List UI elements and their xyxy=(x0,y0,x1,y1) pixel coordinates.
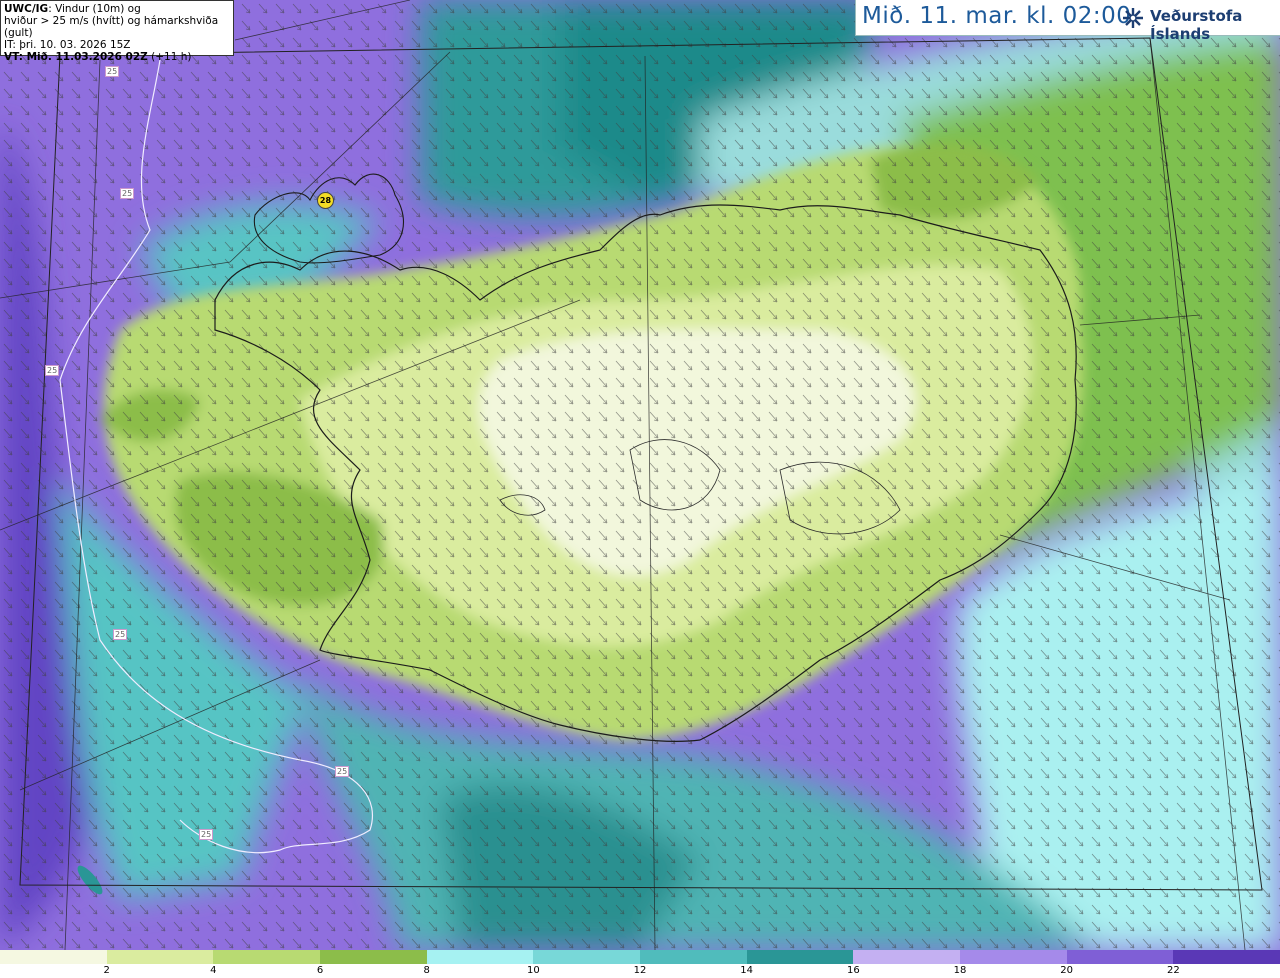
gust-contour-label: 25 xyxy=(113,629,128,640)
lead-time: (+11 h) xyxy=(147,51,192,63)
legend-tick-label: 16 xyxy=(846,965,860,976)
legend-tick-label: 10 xyxy=(526,965,540,976)
legend-tick-label: 20 xyxy=(1060,965,1074,976)
title-bar: Mið. 11. mar. kl. 02:00 Veðurstofa Íslan… xyxy=(855,0,1280,43)
forecast-info-box: UWC/IG: Vindur (10m) og hviður > 25 m/s … xyxy=(0,0,234,63)
gust-contour-label: 25 xyxy=(45,365,60,376)
legend-swatch xyxy=(1066,950,1174,964)
org-name: Veðurstofa Íslands xyxy=(1150,7,1243,43)
legend-swatch xyxy=(106,950,214,964)
gust-contour-label: 25 xyxy=(335,766,350,777)
gust-contour-label: 25 xyxy=(120,188,135,199)
legend-swatch xyxy=(960,950,1068,964)
legend-tick-label: 2 xyxy=(103,965,110,976)
legend-swatch xyxy=(853,950,961,964)
legend-tick-label: 22 xyxy=(1166,965,1180,976)
legend-tick-label: 12 xyxy=(633,965,647,976)
legend-tick-label: 18 xyxy=(953,965,967,976)
gust-contour-label: 25 xyxy=(199,829,214,840)
max-gust-marker: 28 xyxy=(317,192,334,209)
legend-swatch xyxy=(213,950,321,964)
legend-tick-label: 6 xyxy=(316,965,324,976)
legend-swatch xyxy=(746,950,854,964)
legend-tick-label: 14 xyxy=(740,965,754,976)
legend-swatch xyxy=(533,950,641,964)
legend-swatch xyxy=(426,950,534,964)
wind-map xyxy=(0,0,1280,950)
legend-tick-label: 8 xyxy=(423,965,430,976)
legend-swatch xyxy=(320,950,428,964)
color-legend: 2 4 6 8 10 12 14 16 18 20 22 xyxy=(0,950,1280,978)
product-subtitle: hviður > 25 m/s (hvítt) og hámarkshviða … xyxy=(4,15,219,39)
gust-contour-label: 25 xyxy=(105,66,120,77)
legend-swatch xyxy=(1173,950,1280,964)
legend-tick-label: 4 xyxy=(210,965,217,976)
forecast-time-title: Mið. 11. mar. kl. 02:00 xyxy=(862,3,1132,29)
initial-time: IT: þri. 10. 03. 2026 15Z xyxy=(4,39,131,51)
wind-arrows xyxy=(0,0,1280,950)
product-code: UWC/IG xyxy=(4,3,49,15)
product-description: : Vindur (10m) og xyxy=(48,3,141,15)
vedurstofa-logo-icon xyxy=(1123,8,1143,28)
legend-swatch xyxy=(0,950,108,964)
valid-time: VT: Mið. 11.03.2026 02Z xyxy=(4,51,148,63)
legend-swatch xyxy=(640,950,748,964)
